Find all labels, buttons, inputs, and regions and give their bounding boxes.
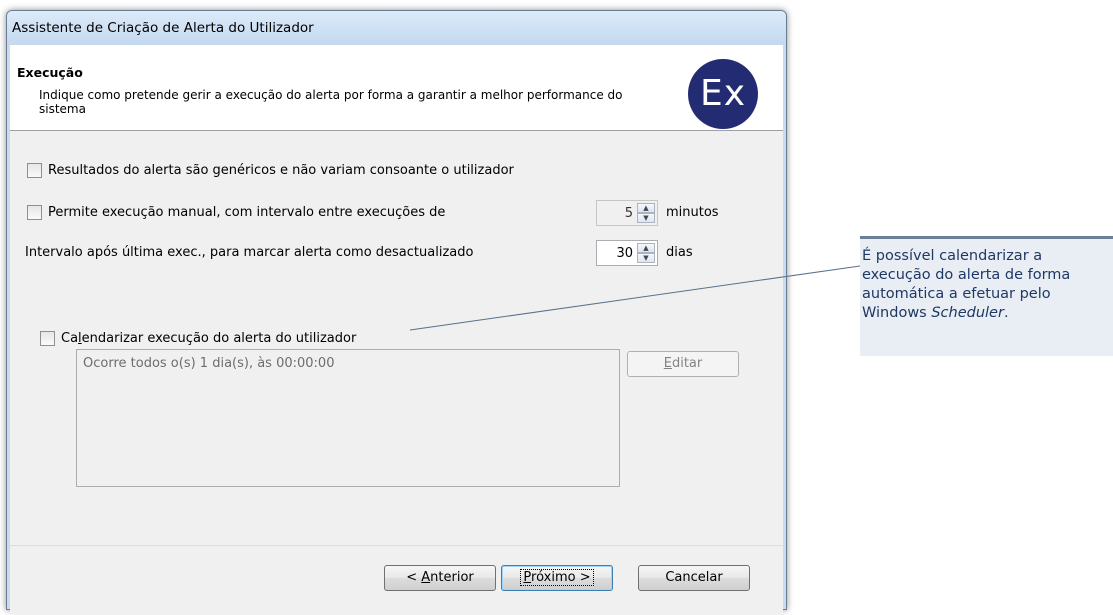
outdated-interval-spinner[interactable]: 30 ▲ ▼ — [596, 240, 658, 266]
outdated-interval-value: 30 — [616, 246, 633, 261]
step-description: Indique como pretende gerir a execução d… — [39, 88, 623, 116]
callout-text: É possível calendarizar a execução do al… — [862, 247, 1110, 323]
outdated-interval-unit: dias — [666, 245, 693, 260]
callout-note: É possível calendarizar a execução do al… — [860, 236, 1113, 356]
window-title: Assistente de Criação de Alerta do Utili… — [12, 20, 314, 36]
schedule-label-part: Ca — [61, 331, 79, 346]
spin-up-arrow-icon[interactable]: ▲ — [637, 243, 655, 253]
step-title: Execução — [17, 65, 83, 80]
generic-results-checkbox[interactable] — [27, 163, 42, 178]
footer-separator — [10, 545, 783, 546]
schedule-label[interactable]: Calendarizar execução do alerta do utili… — [61, 331, 356, 346]
next-button[interactable]: Próximo > — [501, 565, 613, 591]
cancel-button[interactable]: Cancelar — [638, 565, 750, 591]
edit-mnemonic: E — [663, 356, 672, 371]
callout-text-end: . — [1003, 305, 1009, 321]
back-label-rest: nterior — [430, 570, 474, 585]
outdated-interval-label: Intervalo após última exec., para marcar… — [25, 245, 474, 260]
title-bar[interactable]: Assistente de Criação de Alerta do Utili… — [7, 11, 786, 45]
wizard-client-area: Execução Indique como pretende gerir a e… — [10, 45, 783, 615]
schedule-summary-text: Ocorre todos o(s) 1 dia(s), às 00:00:00 — [83, 356, 335, 371]
manual-exec-interval-value: 5 — [624, 206, 633, 221]
manual-exec-unit: minutos — [666, 205, 719, 220]
next-mnemonic: P — [523, 570, 532, 585]
schedule-summary-box: Ocorre todos o(s) 1 dia(s), às 00:00:00 — [76, 349, 620, 487]
manual-exec-interval-spinner[interactable]: 5 ▲ ▼ — [596, 200, 658, 226]
manual-exec-checkbox[interactable] — [27, 205, 42, 220]
back-button[interactable]: < Anterior — [384, 565, 496, 591]
spin-down-arrow-icon[interactable]: ▼ — [637, 213, 655, 223]
ex-logo-icon: Ex — [688, 59, 758, 129]
manual-exec-label[interactable]: Permite execução manual, com intervalo e… — [48, 205, 445, 220]
back-mnemonic: A — [421, 570, 431, 585]
wizard-header: Execução Indique como pretende gerir a e… — [10, 45, 783, 131]
back-label-prefix: < — [406, 570, 422, 585]
edit-label-rest: ditar — [671, 356, 703, 371]
schedule-label-part: endarizar execução do alerta do utilizad… — [81, 331, 357, 346]
edit-schedule-button[interactable]: Editar — [627, 351, 739, 377]
wizard-window: Assistente de Criação de Alerta do Utili… — [6, 10, 787, 615]
callout-text-italic: Scheduler — [931, 305, 1004, 321]
generic-results-label[interactable]: Resultados do alerta são genéricos e não… — [48, 163, 514, 178]
spin-up-arrow-icon[interactable]: ▲ — [637, 203, 655, 213]
spin-down-arrow-icon[interactable]: ▼ — [637, 253, 655, 263]
schedule-checkbox[interactable] — [40, 331, 55, 346]
next-label-rest: róximo > — [531, 570, 591, 585]
